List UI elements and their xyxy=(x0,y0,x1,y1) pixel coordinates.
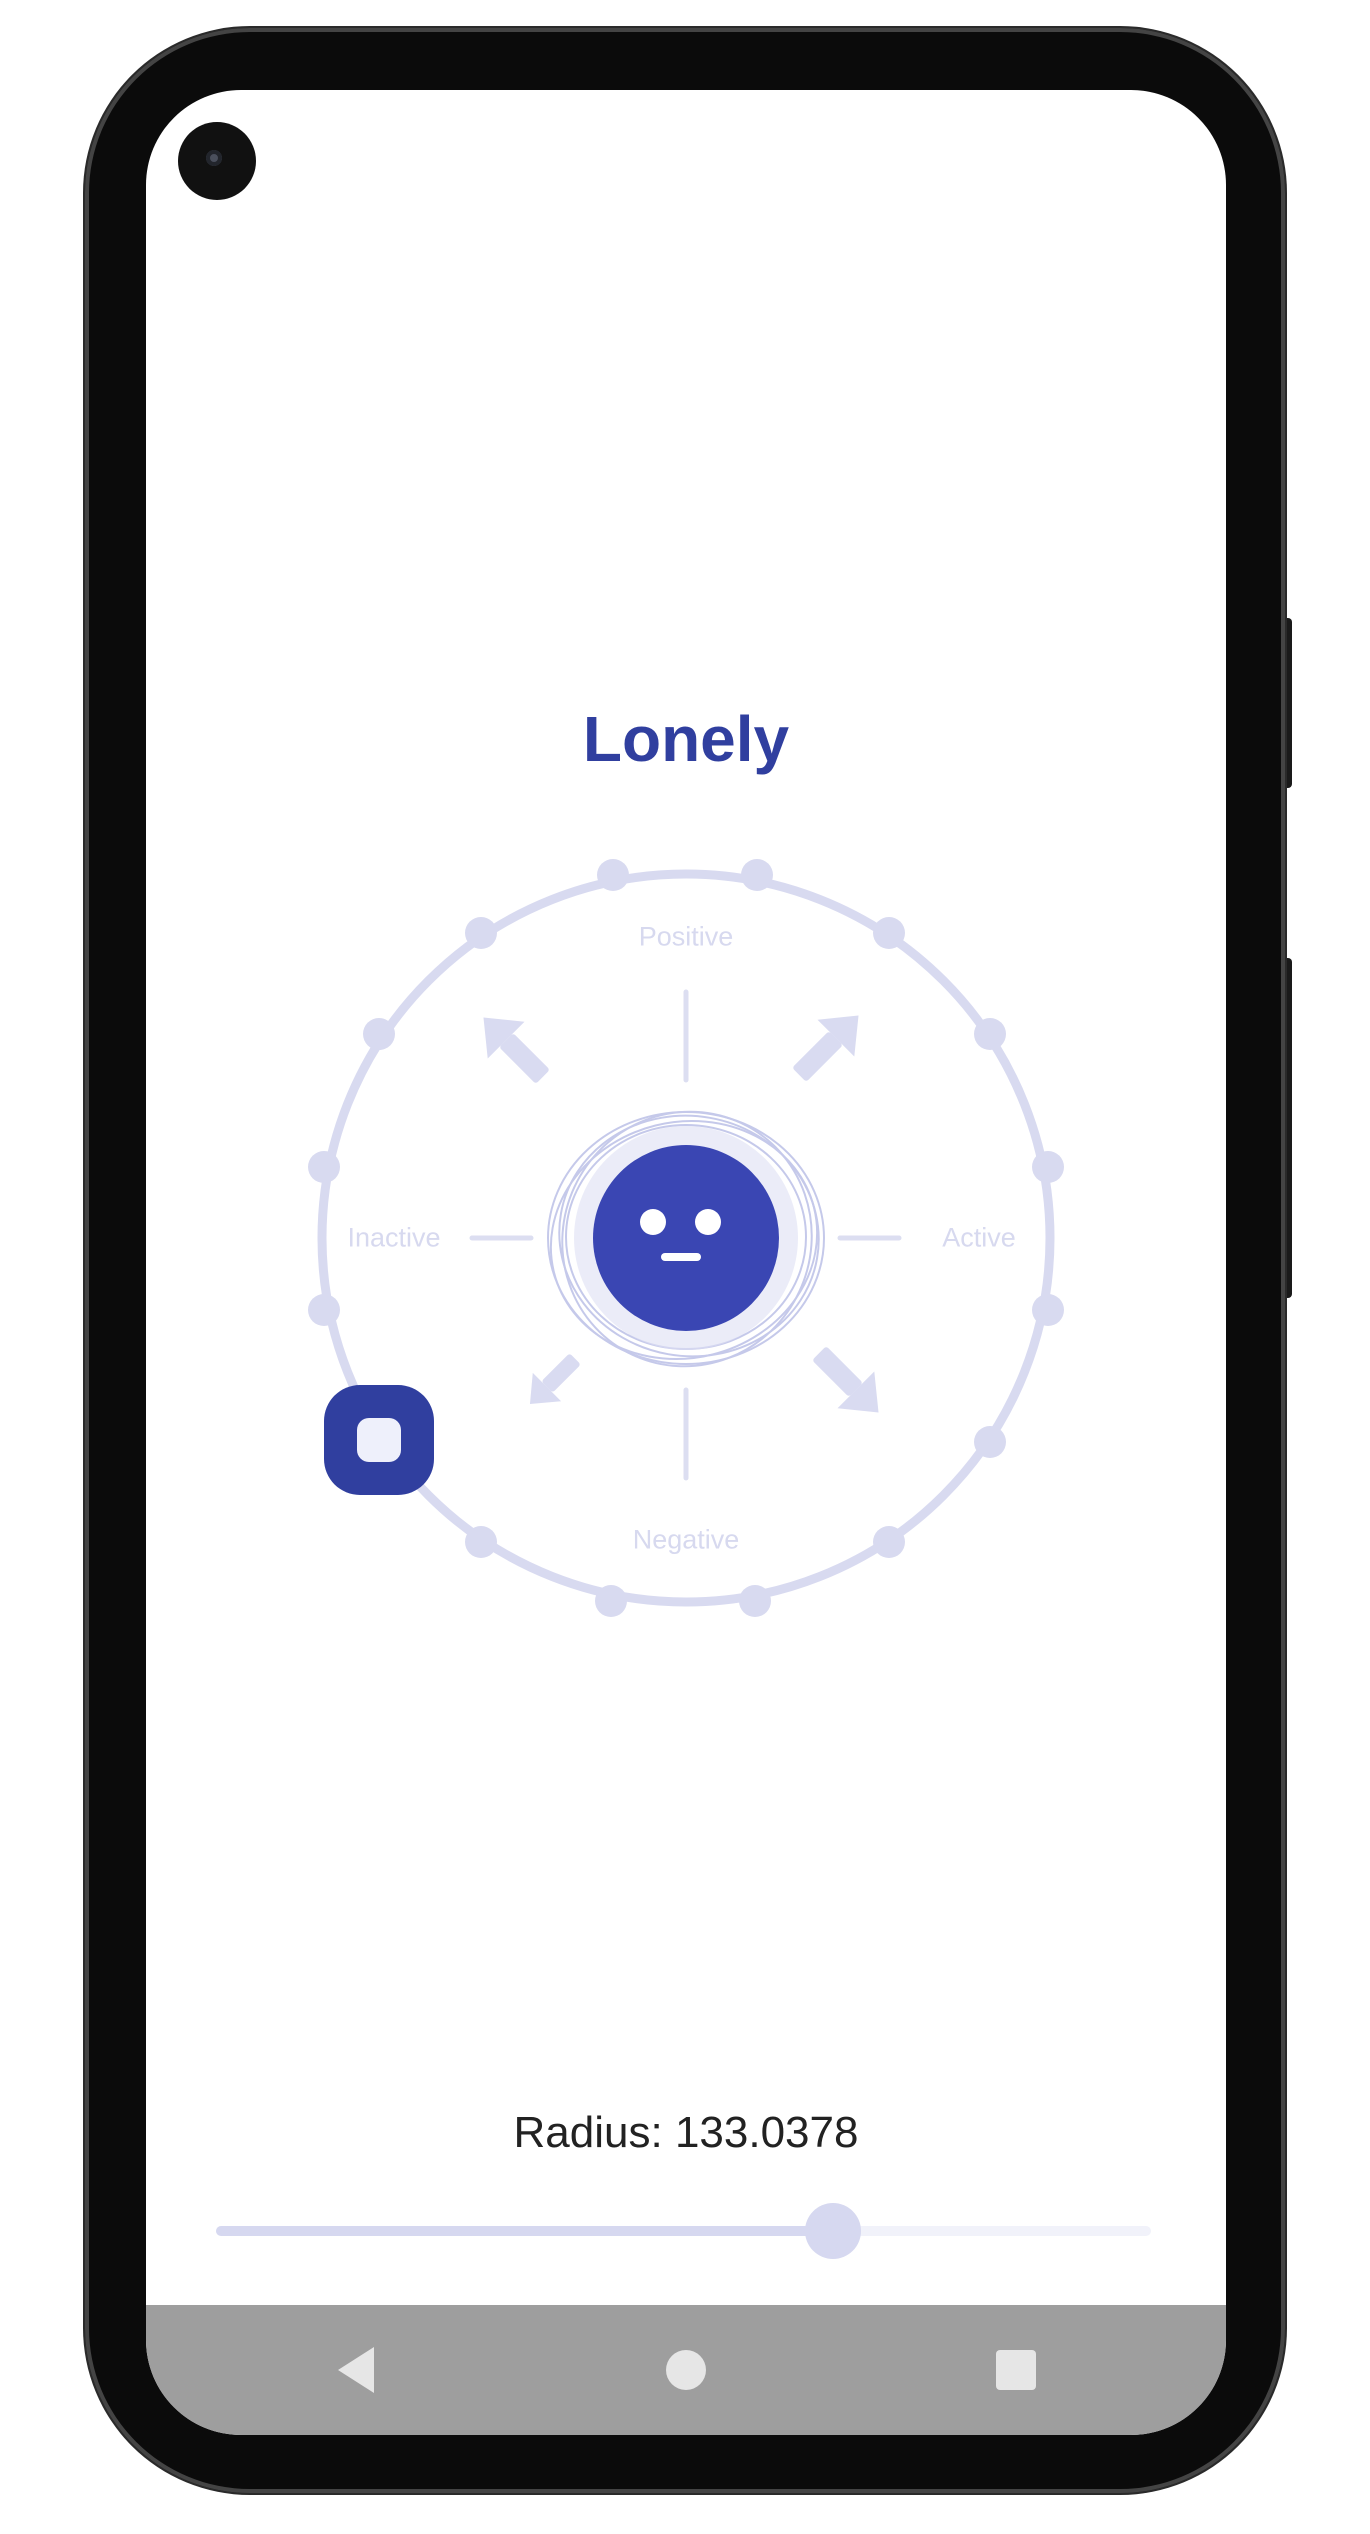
home-circle-icon xyxy=(666,2350,706,2390)
label-negative: Negative xyxy=(632,1524,740,1555)
arrow-up-right-icon xyxy=(793,1015,859,1081)
recent-square-icon xyxy=(996,2350,1036,2390)
handle-inner-icon xyxy=(357,1418,401,1462)
screen: Lonely Positive Negative Inactive Active… xyxy=(146,90,1226,2435)
back-triangle-icon xyxy=(338,2347,374,2393)
recent-apps-button[interactable] xyxy=(946,2305,1086,2435)
label-positive: Positive xyxy=(638,921,734,952)
navigation-bar xyxy=(146,2305,1226,2435)
arrow-down-right-icon xyxy=(813,1347,879,1413)
slider-fill xyxy=(216,2226,833,2236)
back-button[interactable] xyxy=(286,2305,426,2435)
arrow-up-left-icon xyxy=(483,1017,549,1083)
radius-readout: Radius: 133.0378 xyxy=(513,2108,859,2157)
radius-slider[interactable] xyxy=(216,2200,1151,2260)
mood-wheel[interactable]: Positive Negative Inactive Active xyxy=(146,90,1226,2435)
label-active: Active xyxy=(942,1222,1016,1253)
arrow-down-left-icon xyxy=(529,1354,580,1405)
neutral-face-icon xyxy=(593,1145,779,1331)
home-button[interactable] xyxy=(616,2305,756,2435)
slider-thumb[interactable] xyxy=(805,2203,861,2259)
wheel-drag-handle[interactable] xyxy=(324,1385,434,1495)
label-inactive: Inactive xyxy=(347,1222,441,1253)
